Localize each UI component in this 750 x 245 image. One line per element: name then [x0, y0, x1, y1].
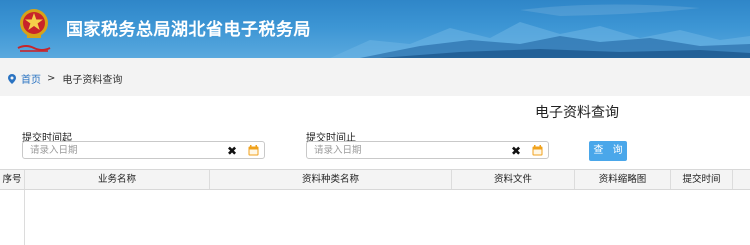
query-button[interactable]: 查 询 — [589, 141, 627, 161]
end-date-field: ✖ — [306, 141, 549, 159]
page-title: 电子资料查询 — [535, 105, 619, 121]
end-date-input[interactable] — [307, 142, 507, 158]
breadcrumb-home-link[interactable]: 首页 — [21, 71, 41, 86]
start-date-field: ✖ — [22, 141, 265, 159]
column-header-submit-time: 提交时间 — [671, 170, 733, 189]
column-header-index: 序号 — [0, 170, 25, 189]
breadcrumb-separator: > — [47, 73, 56, 84]
column-header-business: 业务名称 — [25, 170, 210, 189]
column-header-doc-file: 资料文件 — [452, 170, 575, 189]
calendar-icon[interactable] — [532, 145, 543, 156]
table-header: 序号 业务名称 资料种类名称 资料文件 资料缩略图 提交时间 — [0, 170, 750, 190]
end-date-clear-icon[interactable]: ✖ — [511, 145, 521, 157]
breadcrumb-bar: 首页 > 电子资料查询 — [0, 58, 750, 96]
breadcrumb-current: 电子资料查询 — [62, 75, 123, 86]
header-banner: 国家税务总局湖北省电子税务局 — [0, 0, 750, 58]
tax-emblem-icon — [17, 9, 51, 52]
site-title: 国家税务总局湖北省电子税务局 — [66, 20, 311, 40]
table-body-empty — [0, 190, 25, 245]
column-header-doc-type: 资料种类名称 — [210, 170, 452, 189]
column-header-thumbnail: 资料缩略图 — [575, 170, 671, 189]
location-pin-icon — [8, 73, 16, 84]
breadcrumb: 首页 > 电子资料查询 — [8, 71, 122, 86]
results-table: 序号 业务名称 资料种类名称 资料文件 资料缩略图 提交时间 — [0, 169, 750, 245]
start-date-clear-icon[interactable]: ✖ — [227, 145, 237, 157]
start-date-input[interactable] — [23, 142, 223, 158]
calendar-icon[interactable] — [248, 145, 259, 156]
